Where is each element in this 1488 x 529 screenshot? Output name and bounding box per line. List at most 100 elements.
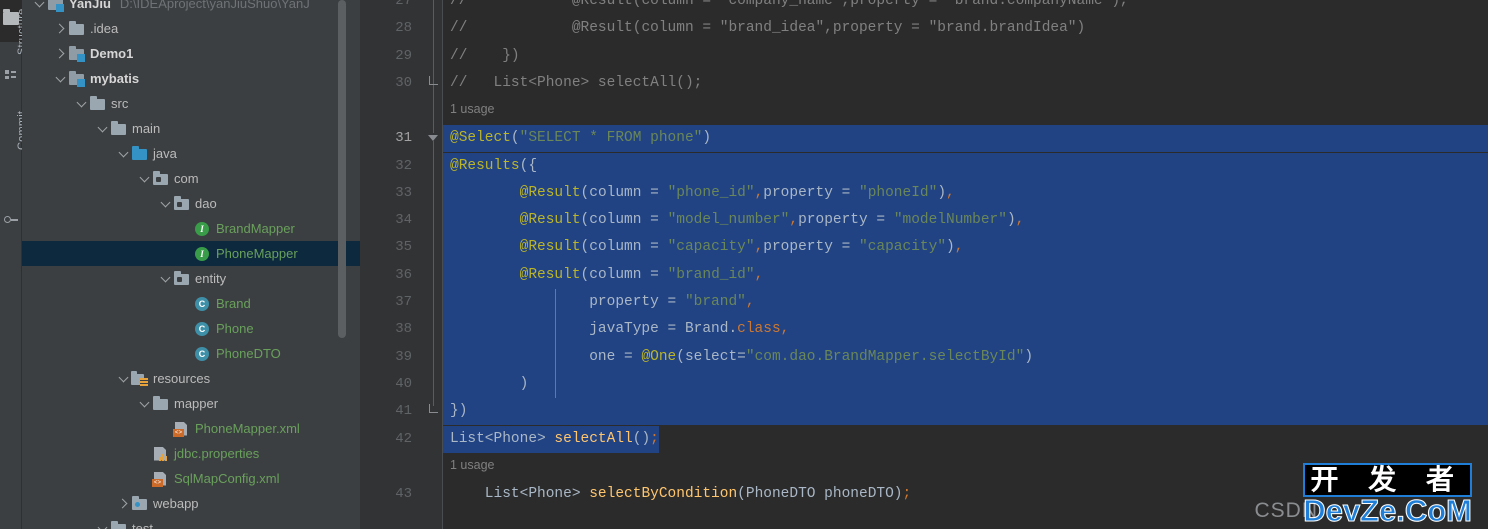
indent-guide (554, 289, 556, 399)
inlay-usage-hint[interactable]: 1 usage (450, 102, 494, 116)
tree-row-brand[interactable]: C Brand (22, 291, 360, 316)
interface-icon: I (194, 221, 211, 237)
chevron-down-icon[interactable] (118, 147, 131, 160)
xml-file-icon: <> (173, 421, 190, 437)
line-number-27: 27 (395, 0, 412, 9)
tree-row-webapp[interactable]: webapp (22, 491, 360, 516)
editor-left-border (442, 0, 443, 529)
chevron-down-icon[interactable] (118, 372, 131, 385)
line-number-31: 31 (395, 130, 412, 147)
tree-row-mybatis[interactable]: mybatis (22, 66, 360, 91)
inlay-usage-hint[interactable]: 1 usage (450, 458, 494, 472)
editor-gutter[interactable]: 27 28 29 30 31 32 33 34 35 36 37 38 39 40 41 42 43 (360, 0, 442, 529)
selection-highlight (442, 398, 1488, 426)
tree-row-phonemapper[interactable]: I PhoneMapper (22, 241, 360, 266)
ide-window: Structure Commit YanJiu D:\IDEAproject\ya… (0, 0, 1488, 529)
xml-file-icon: <> (152, 471, 169, 487)
tree-row-demo1[interactable]: Demo1 (22, 41, 360, 66)
code-line-28[interactable]: // @Result(column = "brand_idea",propert… (442, 15, 1488, 42)
fold-end-marker-line-30[interactable] (428, 75, 439, 87)
code-line-43[interactable]: List<Phone> selectByCondition(PhoneDTO p… (442, 481, 1488, 508)
line-number-41: 41 (395, 403, 412, 420)
tree-row-phonedto[interactable]: C PhoneDTO (22, 341, 360, 366)
line-number-42: 42 (395, 430, 412, 447)
line-number-32: 32 (395, 157, 412, 174)
tree-row-label: PhoneDTO (216, 346, 281, 361)
editor-code-area[interactable]: // @Result(column = "company_name",prope… (442, 0, 1488, 529)
project-tool-window[interactable]: YanJiu D:\IDEAproject\yanJiuShuo\YanJ .ide… (22, 0, 360, 529)
tree-row-label: src (111, 96, 129, 111)
selection-highlight (442, 370, 1488, 399)
class-icon: C (194, 321, 211, 337)
tree-row-label: java (153, 146, 177, 161)
chevron-right-icon[interactable] (55, 47, 68, 60)
tree-row-label: dao (195, 196, 217, 211)
line-number-35: 35 (395, 239, 412, 256)
chevron-right-icon[interactable] (55, 22, 68, 35)
line-number-38: 38 (395, 321, 412, 338)
tree-row-main[interactable]: main (22, 116, 360, 141)
tree-row-label: com (174, 171, 199, 186)
chevron-down-icon[interactable] (139, 397, 152, 410)
project-path-label: D:\IDEAproject\yanJiuShuo\YanJ (119, 0, 310, 11)
tree-row-label: SqlMapConfig.xml (174, 471, 280, 486)
chevron-down-icon[interactable] (139, 172, 152, 185)
tree-row-sqlmapconfig-xml[interactable]: <> SqlMapConfig.xml (22, 466, 360, 491)
chevron-down-icon[interactable] (160, 272, 173, 285)
module-folder-icon (47, 0, 64, 12)
tree-row-resources[interactable]: resources (22, 366, 360, 391)
tree-row-label: entity (195, 271, 227, 286)
tree-row-phone[interactable]: C Phone (22, 316, 360, 341)
tree-row-java[interactable]: java (22, 141, 360, 166)
line-number-37: 37 (395, 294, 412, 310)
chevron-down-icon[interactable] (76, 97, 89, 110)
chevron-down-icon[interactable] (97, 522, 110, 529)
tree-row-label: resources (153, 371, 211, 386)
line-number-28: 28 (395, 20, 412, 37)
chevron-down-icon[interactable] (55, 72, 68, 85)
interface-icon: I (194, 246, 211, 262)
fold-rail (433, 0, 434, 134)
tree-row-mapper[interactable]: mapper (22, 391, 360, 416)
folder-icon (68, 20, 85, 37)
project-tree[interactable]: YanJiu D:\IDEAproject\yanJiuShuo\YanJ .ide… (22, 0, 360, 529)
tree-row-com[interactable]: com (22, 166, 360, 191)
tree-row-dao[interactable]: dao (22, 191, 360, 216)
chevron-down-icon[interactable] (34, 0, 47, 10)
chevron-down-icon[interactable] (97, 122, 110, 135)
chevron-right-icon[interactable] (118, 497, 131, 510)
folder-icon (110, 120, 127, 137)
code-editor[interactable]: 27 28 29 30 31 32 33 34 35 36 37 38 39 40 41 42 43 // @R… (360, 0, 1488, 529)
fold-rail (433, 141, 434, 407)
tree-row-label: PhoneMapper.xml (195, 421, 300, 436)
code-line-30[interactable]: // List<Phone> selectAll(); (442, 70, 1488, 97)
tree-row-phonemapper-xml[interactable]: <> PhoneMapper.xml (22, 416, 360, 441)
line-number-29: 29 (395, 47, 412, 64)
code-line-29[interactable]: // }) (442, 43, 1488, 70)
package-folder-icon (152, 170, 169, 187)
tree-row-label: BrandMapper (216, 221, 295, 236)
package-folder-icon (173, 195, 190, 212)
code-line-27[interactable]: // @Result(column = "company_name",prope… (442, 0, 1488, 15)
tree-row-jdbc-properties[interactable]: jdbc.properties (22, 441, 360, 466)
line-number-39: 39 (395, 348, 412, 365)
tree-row-label: jdbc.properties (174, 446, 260, 461)
line-number-36: 36 (395, 266, 412, 283)
tree-row-label: test (132, 521, 153, 529)
folder-icon (89, 95, 106, 112)
tree-row-label: main (132, 121, 161, 136)
source-root-folder-icon (131, 145, 148, 162)
chevron-down-icon[interactable] (160, 197, 173, 210)
tree-row-entity[interactable]: entity (22, 266, 360, 291)
tree-row-brandmapper[interactable]: I BrandMapper (22, 216, 360, 241)
tree-row--idea[interactable]: .idea (22, 16, 360, 41)
line-number-40: 40 (395, 375, 412, 392)
tree-row-label: mapper (174, 396, 219, 411)
tree-row-src[interactable]: src (22, 91, 360, 116)
tree-row-root[interactable]: YanJiu D:\IDEAproject\yanJiuShuo\YanJ (22, 0, 360, 16)
project-tree-scrollbar[interactable] (338, 0, 346, 338)
left-toolwindow-strip: Structure Commit (0, 0, 28, 529)
tree-row-test[interactable]: test (22, 516, 360, 529)
fold-end-marker-line-41[interactable] (428, 404, 439, 415)
properties-file-icon (152, 446, 169, 462)
